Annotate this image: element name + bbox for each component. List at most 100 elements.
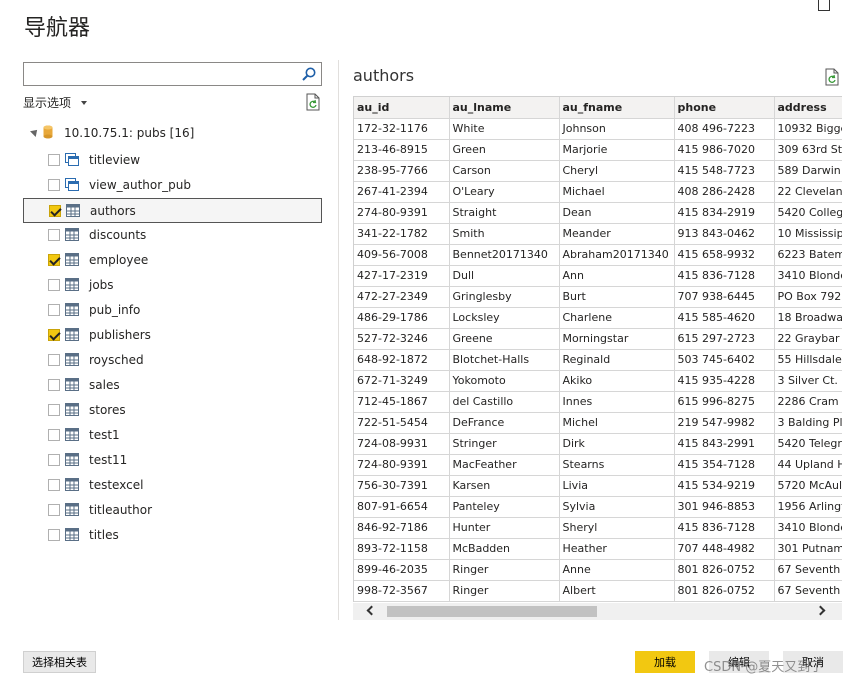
checkbox[interactable] <box>48 429 60 441</box>
table-cell: 44 Upland Hts <box>774 454 842 476</box>
table-icon <box>65 428 79 441</box>
tree-item-view_author_pub[interactable]: view_author_pub <box>23 173 322 198</box>
maximize-icon[interactable] <box>818 0 830 11</box>
refresh-preview-icon[interactable] <box>824 68 840 86</box>
table-cell: 6223 Bateman <box>774 244 842 266</box>
search-box[interactable] <box>23 62 322 86</box>
checkbox[interactable] <box>48 379 60 391</box>
tree-item-publishers[interactable]: publishers <box>23 323 322 348</box>
table-cell: 672-71-3249 <box>354 370 450 392</box>
checkbox[interactable] <box>48 254 60 266</box>
table-cell: 409-56-7008 <box>354 244 450 266</box>
tree-item-authors[interactable]: authors <box>23 198 322 223</box>
search-icon[interactable] <box>301 66 317 82</box>
table-cell: Karsen <box>449 475 560 497</box>
table-row: 409-56-7008 Bennet20171340 Abraham20171340… <box>354 244 842 266</box>
checkbox[interactable] <box>48 504 60 516</box>
tree-item-roysched[interactable]: roysched <box>23 348 322 373</box>
table-cell: 5720 McAuley <box>774 475 842 497</box>
tree-item-test1[interactable]: test1 <box>23 423 322 448</box>
tree-item-jobs[interactable]: jobs <box>23 273 322 298</box>
load-button[interactable]: 加载 <box>635 651 695 673</box>
refresh-icon[interactable] <box>305 93 321 111</box>
checkbox[interactable] <box>48 454 60 466</box>
checkbox[interactable] <box>48 329 60 341</box>
checkbox[interactable] <box>48 529 60 541</box>
table-cell: Dirk <box>559 433 675 455</box>
column-header-au_lname[interactable]: au_lname <box>449 97 560 119</box>
checkbox[interactable] <box>48 479 60 491</box>
table-row: 724-08-9931 Stringer Dirk 415 843-2991 5420 … <box>354 433 842 455</box>
table-header-row: au_id au_lname au_fname phone address <box>354 97 842 119</box>
horizontal-scrollbar[interactable] <box>353 603 842 620</box>
scroll-thumb[interactable] <box>387 606 597 617</box>
table-cell: 486-29-1786 <box>354 307 450 329</box>
table-cell: Straight <box>449 202 560 224</box>
display-options-dropdown[interactable]: 显示选项 <box>23 94 88 111</box>
table-cell: Burt <box>559 286 675 308</box>
table-icon <box>65 403 79 416</box>
table-cell: 415 836-7128 <box>674 265 775 287</box>
table-row: 213-46-8915 Green Marjorie 415 986-7020 309 … <box>354 139 842 161</box>
table-cell: 415 843-2991 <box>674 433 775 455</box>
tree-items: titleview view_author_pub authors discounts… <box>23 148 323 548</box>
tree-item-label: titleauthor <box>89 503 153 517</box>
tree-item-discounts[interactable]: discounts <box>23 223 322 248</box>
checkbox[interactable] <box>48 154 60 166</box>
table-cell: 722-51-5454 <box>354 412 450 434</box>
checkbox[interactable] <box>48 304 60 316</box>
tree-item-test11[interactable]: test11 <box>23 448 322 473</box>
table-cell: Greene <box>449 328 560 350</box>
table-cell: Michel <box>559 412 675 434</box>
table-row: 274-80-9391 Straight Dean 415 834-2919 5420 … <box>354 202 842 224</box>
checkbox[interactable] <box>48 229 60 241</box>
table-cell: 415 935-4228 <box>674 370 775 392</box>
tree-item-employee[interactable]: employee <box>23 248 322 273</box>
table-cell: 648-92-1872 <box>354 349 450 371</box>
table-cell: Charlene <box>559 307 675 329</box>
search-input[interactable] <box>24 63 294 85</box>
scroll-left-icon[interactable] <box>366 605 377 616</box>
checkbox[interactable] <box>49 205 61 217</box>
checkbox[interactable] <box>48 404 60 416</box>
table-cell: 615 996-8275 <box>674 391 775 413</box>
table-row: 341-22-1782 Smith Meander 913 843-0462 10 Mi… <box>354 223 842 245</box>
preview-grid[interactable]: au_id au_lname au_fname phone address 172-32… <box>353 96 842 602</box>
checkbox[interactable] <box>48 354 60 366</box>
tree-root-server[interactable]: 10.10.75.1: pubs [16] <box>23 122 323 144</box>
column-header-phone[interactable]: phone <box>674 97 775 119</box>
table-row: 724-80-9391 MacFeather Stearns 415 354-7128… <box>354 454 842 476</box>
preview-title: authors <box>353 66 415 85</box>
table-icon <box>66 204 80 217</box>
chevron-down-icon <box>81 100 88 105</box>
table-cell: Albert <box>559 580 675 602</box>
table-row: 756-30-7391 Karsen Livia 415 534-9219 5720 M… <box>354 475 842 497</box>
tree-item-titleauthor[interactable]: titleauthor <box>23 498 322 523</box>
tree-item-label: roysched <box>89 353 144 367</box>
tree-item-pub_info[interactable]: pub_info <box>23 298 322 323</box>
tree-item-stores[interactable]: stores <box>23 398 322 423</box>
select-related-tables-button[interactable]: 选择相关表 <box>23 651 96 673</box>
table-cell: 213-46-8915 <box>354 139 450 161</box>
tree-item-titleview[interactable]: titleview <box>23 148 322 173</box>
collapse-triangle-icon[interactable] <box>30 127 40 137</box>
table-cell: Livia <box>559 475 675 497</box>
column-header-address[interactable]: address <box>774 97 842 119</box>
column-header-au_id[interactable]: au_id <box>354 97 450 119</box>
database-icon <box>43 125 53 139</box>
table-cell: 238-95-7766 <box>354 160 450 182</box>
tree-item-sales[interactable]: sales <box>23 373 322 398</box>
checkbox[interactable] <box>48 179 60 191</box>
table-cell: Innes <box>559 391 675 413</box>
column-header-au_fname[interactable]: au_fname <box>559 97 675 119</box>
table-cell: Meander <box>559 223 675 245</box>
table-cell: Blotchet-Halls <box>449 349 560 371</box>
checkbox[interactable] <box>48 279 60 291</box>
table-cell: 408 496-7223 <box>674 118 775 140</box>
tree-item-testexcel[interactable]: testexcel <box>23 473 322 498</box>
table-cell: 309 63rd St. # <box>774 139 842 161</box>
table-cell: 415 834-2919 <box>674 202 775 224</box>
table-cell: 301 946-8853 <box>674 496 775 518</box>
tree-item-titles[interactable]: titles <box>23 523 322 548</box>
scroll-right-icon[interactable] <box>815 605 826 616</box>
